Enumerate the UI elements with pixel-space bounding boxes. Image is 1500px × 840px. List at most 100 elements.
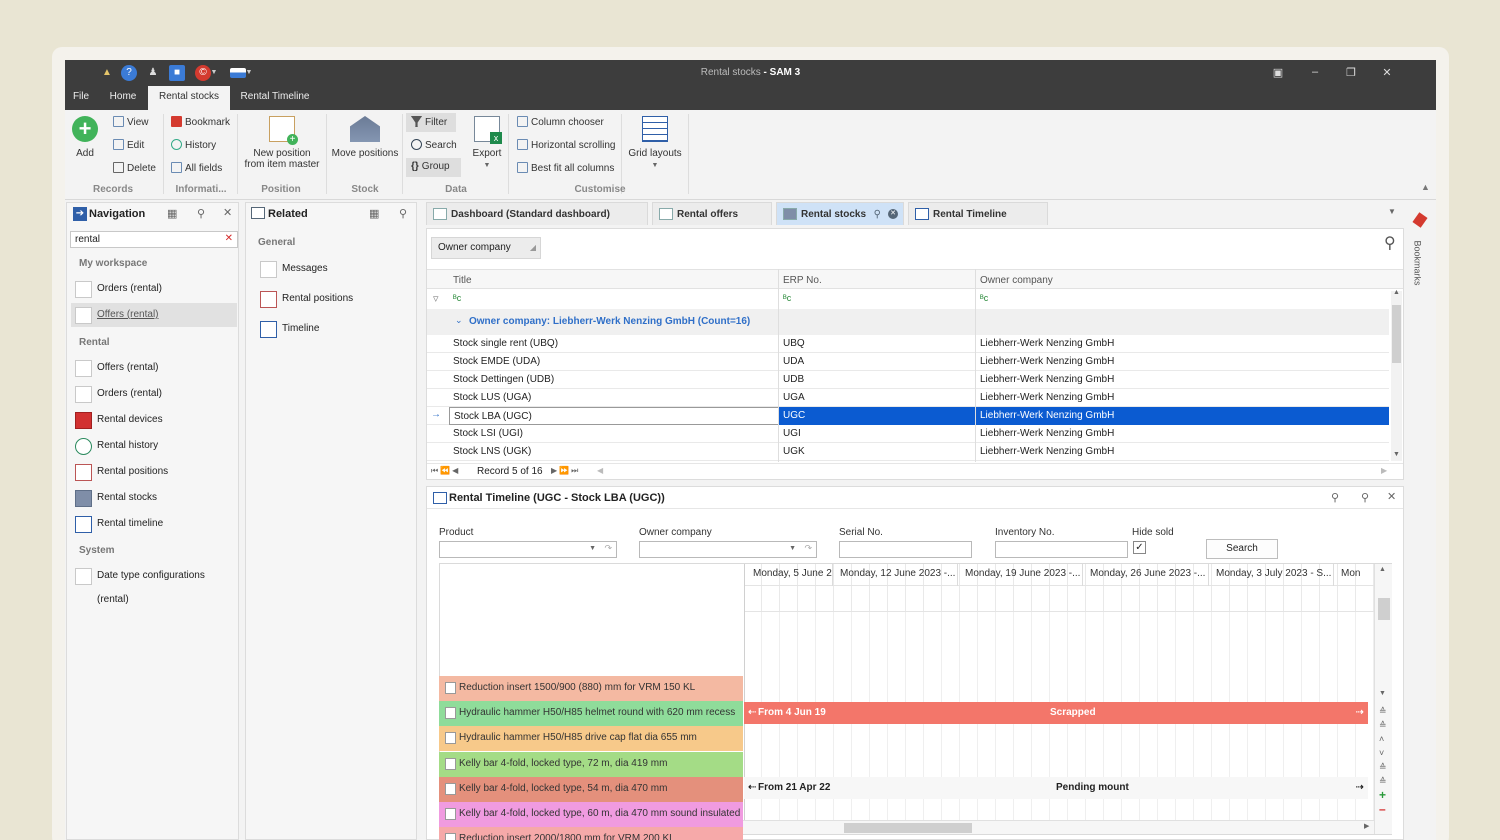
table-cell-title[interactable]: Stock EMDE (UDA)	[449, 353, 779, 371]
close-icon[interactable]: ✕	[1380, 66, 1394, 79]
tab-rental-timeline[interactable]: Rental Timeline	[235, 86, 315, 110]
scroll-left-icon[interactable]: ◀	[597, 466, 603, 475]
zoom-in-icon[interactable]: +	[1379, 788, 1386, 802]
search-icon[interactable]: ⚲	[1384, 233, 1396, 253]
scroll-right-icon[interactable]: ▶	[1364, 822, 1369, 830]
grid-vertical-scrollbar[interactable]: ▲ ▼	[1391, 289, 1402, 461]
scroll-up-icon[interactable]: ▲	[1379, 566, 1386, 573]
restore-layout-icon[interactable]: ▣	[1271, 66, 1285, 79]
hide-sold-checkbox[interactable]: ✓	[1133, 541, 1146, 554]
timeline-bar-pending-mount[interactable]: ⇠ From 21 Apr 22 Pending mount ⇢	[744, 777, 1368, 799]
table-cell-title[interactable]: Stock LSI (UGI)	[449, 425, 779, 443]
table-row[interactable]: Stock Dettingen (UDB) UDB Liebherr-Werk Ne…	[427, 371, 1389, 389]
scrollbar-thumb[interactable]	[1392, 305, 1401, 363]
scroll-up-icon[interactable]: ▲	[1393, 289, 1400, 296]
product-select[interactable]: ▼ ↷	[439, 541, 617, 558]
tabs-dropdown-icon[interactable]: ▼	[1388, 207, 1396, 216]
nav-item-offers-rental-2[interactable]: Offers (rental)	[71, 356, 237, 380]
table-cell-erp[interactable]: UDA	[779, 353, 976, 371]
pin-icon[interactable]: ⚲	[197, 207, 205, 220]
record-nav-first-icons[interactable]: ⏮⏪◀	[431, 466, 460, 476]
timeline-navigation-icons[interactable]: ≙ ≙ ˄ ˅ ≙ ≙	[1379, 704, 1387, 788]
table-row[interactable]: Stock LUS (UGA) UGA Liebherr-Werk Nenzing …	[427, 389, 1389, 407]
history-button[interactable]: History	[171, 139, 216, 151]
table-cell-erp[interactable]: UGI	[779, 425, 976, 443]
timeline-bar-scrapped[interactable]: ⇠ From 4 Jun 19 Scrapped ⇢	[744, 702, 1368, 724]
timeline-product-row[interactable]: Reduction insert 1500/900 (880) mm for V…	[439, 676, 743, 701]
nav-item-rental-stocks[interactable]: Rental stocks	[71, 486, 237, 510]
reset-icon[interactable]: ↷	[604, 543, 612, 554]
nav-item-rental-devices[interactable]: Rental devices	[71, 408, 237, 432]
related-item-messages[interactable]: Messages	[256, 257, 412, 281]
edit-button[interactable]: Edit	[113, 139, 144, 151]
timeline-product-row[interactable]: Kelly bar 4-fold, locked type, 54 m, dia…	[439, 776, 743, 802]
tab-home[interactable]: Home	[105, 86, 141, 110]
group-button[interactable]: {} Group	[406, 158, 461, 177]
nav-item-offers-rental[interactable]: Offers (rental)	[71, 303, 237, 327]
column-erp-no[interactable]: ERP No.	[779, 272, 822, 290]
table-cell-erp[interactable]: UBQ	[779, 335, 976, 353]
pin-icon[interactable]: ⚲	[1361, 491, 1369, 504]
record-nav-next-icons[interactable]: ▶⏩⏭	[551, 466, 580, 476]
tab-rental-offers[interactable]: Rental offers	[652, 202, 772, 225]
timeline-vertical-scrollbar[interactable]: ▲ ▼ ≙ ≙ ˄ ˅ ≙ ≙ + –	[1374, 564, 1392, 834]
close-panel-icon[interactable]: ✕	[1387, 490, 1396, 503]
column-chooser-button[interactable]: Column chooser	[517, 116, 604, 128]
table-row[interactable]: Stock EMDE (UDA) UDA Liebherr-Werk Nenzing…	[427, 353, 1389, 371]
table-row[interactable]: → Stock LBA (UGC) UGC Liebherr-Werk Nenzing…	[427, 407, 1389, 425]
table-cell-owner[interactable]: Liebherr-Werk Nenzing GmbH	[976, 389, 1389, 407]
filter-button[interactable]: Filter	[406, 113, 456, 132]
close-tab-icon[interactable]: ✕	[888, 209, 898, 219]
pin-icon[interactable]: ⚲	[399, 207, 407, 220]
tab-rental-stocks[interactable]: Rental stocks	[148, 86, 230, 110]
close-panel-icon[interactable]: ✕	[223, 206, 232, 219]
table-cell-title[interactable]: Stock LUS (UGA)	[449, 389, 779, 407]
scrollbar-thumb[interactable]	[844, 823, 972, 833]
table-cell-owner[interactable]: Liebherr-Werk Nenzing GmbH	[976, 353, 1389, 371]
table-row[interactable]: Stock LSI (UGI) UGI Liebherr-Werk Nenzing …	[427, 425, 1389, 443]
tab-file[interactable]: File	[69, 86, 93, 110]
layout-icon[interactable]: ▦	[167, 207, 177, 220]
table-cell-erp[interactable]: UGA	[779, 389, 976, 407]
filter-title[interactable]: ᴮc	[449, 290, 461, 308]
table-row[interactable]: Stock LNS (UGK) UGK Liebherr-Werk Nenzing …	[427, 443, 1389, 461]
maximize-icon[interactable]: ❐	[1344, 66, 1358, 79]
group-row[interactable]: ⌄ Owner company: Liebherr-Werk Nenzing G…	[427, 309, 1389, 335]
bookmarks-rail[interactable]: Bookmarks	[1411, 210, 1431, 330]
serial-no-field[interactable]	[839, 541, 972, 558]
related-item-rental-positions[interactable]: Rental positions	[256, 287, 412, 311]
scroll-down-icon[interactable]: ▼	[1393, 451, 1400, 458]
inventory-no-field[interactable]	[995, 541, 1128, 558]
grid-layouts-button[interactable]: Grid layouts ▼	[625, 116, 685, 170]
table-cell-title[interactable]: Stock Dettingen (UDB)	[449, 371, 779, 389]
search-button[interactable]: Search	[1206, 539, 1278, 559]
delete-button[interactable]: Delete	[113, 162, 156, 174]
scroll-down-icon[interactable]: ▼	[1379, 690, 1386, 697]
nav-item-rental-timeline[interactable]: Rental timeline	[71, 512, 237, 536]
zoom-out-icon[interactable]: –	[1379, 802, 1386, 816]
table-cell-owner[interactable]: Liebherr-Werk Nenzing GmbH	[976, 335, 1389, 353]
minimize-icon[interactable]: –	[1308, 66, 1322, 78]
scrollbar-thumb[interactable]	[1378, 598, 1390, 620]
nav-item-rental-positions[interactable]: Rental positions	[71, 460, 237, 484]
nav-item-date-type-configurations[interactable]: Date type configurations (rental)	[71, 564, 239, 605]
layout-icon[interactable]: ▦	[369, 207, 379, 220]
collapse-ribbon-icon[interactable]: ▲	[1421, 182, 1430, 192]
tab-rental-stocks-doc[interactable]: Rental stocks ⚲ ✕	[776, 202, 904, 225]
timeline-product-row[interactable]: Kelly bar 4-fold, locked type, 60 m, dia…	[439, 802, 743, 827]
filter-erp-no[interactable]: ᴮc	[779, 290, 791, 308]
related-item-timeline[interactable]: Timeline	[256, 317, 412, 341]
reset-icon[interactable]: ↷	[804, 543, 812, 554]
table-cell-owner[interactable]: Liebherr-Werk Nenzing GmbH	[976, 407, 1389, 425]
clear-search-icon[interactable]: ✕	[225, 233, 233, 244]
tab-dashboard[interactable]: Dashboard (Standard dashboard)	[426, 202, 648, 225]
table-cell-title[interactable]: Stock LBA (UGC)	[449, 407, 779, 425]
nav-item-orders-rental[interactable]: Orders (rental)	[71, 277, 237, 301]
tab-rental-timeline-doc[interactable]: Rental Timeline	[908, 202, 1048, 225]
pin-icon[interactable]: ⚲	[874, 203, 881, 226]
table-cell-owner[interactable]: Liebherr-Werk Nenzing GmbH	[976, 443, 1389, 461]
table-row[interactable]: Stock single rent (UBQ) UBQ Liebherr-Werk …	[427, 335, 1389, 353]
table-cell-owner[interactable]: Liebherr-Werk Nenzing GmbH	[976, 425, 1389, 443]
view-button[interactable]: View	[113, 116, 149, 128]
all-fields-button[interactable]: All fields	[171, 162, 222, 174]
